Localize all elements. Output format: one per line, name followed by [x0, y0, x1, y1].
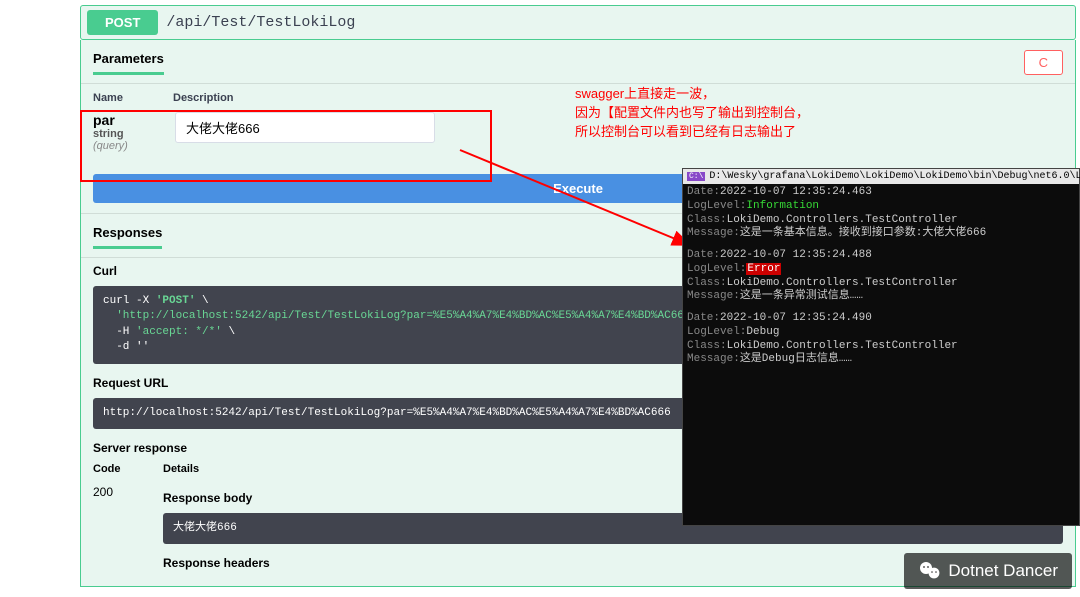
wechat-icon	[918, 559, 942, 583]
console-window[interactable]: C:\ D:\Wesky\grafana\LokiDemo\LokiDemo\L…	[682, 168, 1080, 526]
endpoint-header[interactable]: POST /api/Test/TestLokiLog	[80, 5, 1076, 40]
watermark-text: Dotnet Dancer	[948, 561, 1058, 581]
watermark: Dotnet Dancer	[904, 553, 1072, 589]
parameters-title: Parameters	[93, 51, 164, 75]
param-value-input[interactable]	[175, 112, 435, 143]
responses-title: Responses	[93, 225, 162, 249]
details-header: Details	[163, 463, 199, 475]
annotation-text: swagger上直接走一波， 因为【配置文件内也写了输出到控制台， 所以控制台可…	[575, 85, 809, 142]
column-name-header: Name	[93, 92, 173, 104]
http-method-badge: POST	[87, 10, 158, 35]
console-app-icon: C:\	[687, 172, 705, 181]
param-type: string	[93, 128, 163, 140]
response-code: 200	[93, 485, 163, 572]
endpoint-path: /api/Test/TestLokiLog	[166, 14, 355, 31]
param-name: par	[93, 112, 163, 128]
console-title: D:\Wesky\grafana\LokiDemo\LokiDemo\LokiD…	[709, 171, 1080, 182]
console-output[interactable]: Date:2022-10-07 12:35:24.463LogLevel:Inf…	[683, 184, 1079, 369]
column-description-header: Description	[173, 92, 234, 104]
console-titlebar[interactable]: C:\ D:\Wesky\grafana\LokiDemo\LokiDemo\L…	[683, 169, 1079, 184]
param-in: (query)	[93, 140, 163, 152]
code-header: Code	[93, 463, 163, 475]
cancel-button[interactable]: C	[1024, 50, 1063, 75]
